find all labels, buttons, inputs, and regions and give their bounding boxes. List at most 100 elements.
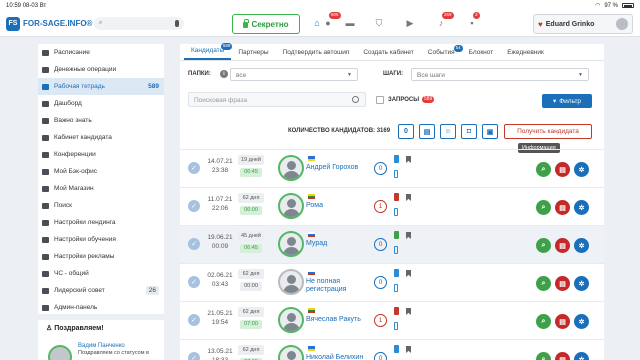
car-icon[interactable]: ▬ (344, 17, 356, 29)
settings-button[interactable]: ✲ (574, 352, 589, 360)
user-menu-button[interactable]: ♥ Eduard Grinko (533, 14, 633, 34)
candidate-row[interactable]: ✓ 11.07.21 22:06 62 дня 06:00 Рома 1 ⌕ ▤ ✲ (180, 187, 604, 225)
candidate-avatar[interactable] (278, 193, 304, 219)
document-icon[interactable]: ▤ (419, 124, 435, 139)
sidebar-item[interactable]: Расписание (38, 44, 164, 61)
row-check-icon[interactable]: ✓ (188, 352, 200, 360)
phone-icon[interactable] (394, 170, 398, 178)
sidebar-item[interactable]: Лидерский совет 26 (38, 282, 164, 299)
header-search[interactable]: ⌕ (94, 17, 184, 30)
bookmark-icon[interactable] (406, 270, 411, 277)
row-count[interactable]: 0 (374, 238, 387, 251)
candidate-name[interactable]: Рома (306, 202, 366, 210)
archive-button[interactable]: ▤ (555, 314, 570, 329)
people-icon[interactable]: ● 605 (322, 12, 341, 29)
secret-button[interactable]: Секретно (232, 14, 300, 34)
download-icon[interactable] (394, 193, 399, 201)
sidebar-item[interactable]: Админ-панель (38, 299, 164, 316)
sidebar-item[interactable]: Рабочая тетрадь 589 (38, 78, 164, 95)
row-check-icon[interactable]: ✓ (188, 238, 200, 250)
chat-icon[interactable]: ▪ 3 (466, 12, 480, 29)
filter-button[interactable]: ▾ Фильтр (542, 94, 592, 108)
download-icon[interactable] (394, 231, 399, 239)
row-check-icon[interactable]: ✓ (188, 162, 200, 174)
candidate-name[interactable]: Мурад (306, 240, 366, 248)
sidebar-item[interactable]: Настройки рекламы (38, 248, 164, 265)
row-check-icon[interactable]: ✓ (188, 276, 200, 288)
row-count[interactable]: 0 (374, 162, 387, 175)
phone-icon[interactable] (394, 322, 398, 330)
play-icon[interactable]: ▶ (404, 17, 416, 29)
bookmark-icon[interactable] (406, 346, 411, 353)
settings-button[interactable]: ✲ (574, 238, 589, 253)
sidebar-item[interactable]: Кабинет кандидата (38, 129, 164, 146)
search-candidate-button[interactable]: ⌕ (536, 314, 551, 329)
candidate-row[interactable]: ✓ 14.07.21 23:38 19 дней 06:45 Андрей Горохов… (180, 149, 604, 187)
settings-button[interactable]: ✲ (574, 314, 589, 329)
candidate-row[interactable]: ✓ 19.06.21 00:09 45 дней 06:45 Мурад 0 ⌕ ▤ ✲ (180, 225, 604, 263)
smile-icon[interactable]: ☺ (440, 124, 456, 139)
sidebar-item[interactable]: Мой Магазин (38, 180, 164, 197)
search-candidate-button[interactable]: ⌕ (536, 276, 551, 291)
settings-button[interactable]: ✲ (574, 276, 589, 291)
download-icon[interactable] (394, 345, 399, 353)
candidate-name[interactable]: Андрей Горохов (306, 164, 366, 172)
bookmark-icon[interactable] (406, 156, 411, 163)
mic-icon[interactable] (175, 20, 179, 27)
row-check-icon[interactable]: ✓ (188, 314, 200, 326)
congrats-name[interactable]: Вадим Панченко (78, 342, 138, 350)
candidate-avatar[interactable] (278, 231, 304, 257)
tab[interactable]: Блокнот (462, 49, 501, 60)
sidebar-item[interactable]: Настройки обучения (38, 231, 164, 248)
tab[interactable]: Подтвердить автошип (276, 49, 357, 60)
candidate-row[interactable]: ✓13.05.2118:3362 дня07:15Николай Белихин… (180, 339, 604, 360)
candidate-row[interactable]: ✓ 21.05.21 19:54 62 дня 07:00 Вячеслав Ракуть… (180, 301, 604, 339)
bookmark-icon[interactable] (406, 232, 411, 239)
search-candidate-button[interactable]: ⌕ (536, 352, 551, 360)
zero-count-button[interactable]: 0 (398, 124, 414, 139)
tab[interactable]: События 54 (421, 45, 463, 60)
sidebar-item[interactable]: Настройки лендинга (38, 214, 164, 231)
site-logo[interactable]: FS FOR-SAGE.INFO® (6, 16, 92, 31)
phone-icon[interactable] (394, 208, 398, 216)
tab[interactable]: Ежедневник (500, 49, 551, 60)
archive-button[interactable]: ▤ (555, 352, 570, 360)
download-icon[interactable] (394, 307, 399, 315)
chat-bubbles-icon[interactable]: ◘ (461, 124, 477, 139)
steps-select[interactable]: Все шаги ▼ (411, 68, 589, 81)
sidebar-item[interactable]: Дашборд (38, 95, 164, 112)
sidebar-item[interactable]: Мой Бэк-офис (38, 163, 164, 180)
archive-button[interactable]: ▤ (555, 238, 570, 253)
search-candidate-button[interactable]: ⌕ (536, 162, 551, 177)
user-card-icon[interactable]: ▣ (482, 124, 498, 139)
tab[interactable]: Создать кабинет (356, 49, 420, 60)
row-check-icon[interactable]: ✓ (188, 200, 200, 212)
tab[interactable]: Партнеры (231, 49, 275, 60)
row-count[interactable]: 1 (374, 200, 387, 213)
tab[interactable]: Кандидаты 589 (184, 43, 233, 60)
search-input[interactable] (105, 20, 176, 27)
candidate-row[interactable]: ✓ 02.06.21 03:43 62 дня 00:00 Не полная регис… (180, 263, 604, 301)
requests-checkbox[interactable] (376, 96, 384, 104)
row-count[interactable]: 1 (374, 314, 387, 327)
candidate-avatar[interactable] (278, 155, 304, 181)
candidate-avatar[interactable] (278, 307, 304, 333)
download-icon[interactable] (394, 155, 399, 163)
candidate-name[interactable]: Николай Белихин (306, 354, 366, 360)
phone-icon[interactable] (394, 284, 398, 292)
sidebar-item[interactable]: Важно знать (38, 112, 164, 129)
sidebar-item[interactable]: Поиск (38, 197, 164, 214)
candidate-name[interactable]: Вячеслав Ракуть (306, 316, 366, 324)
sidebar-item[interactable]: ЧС - общий (38, 265, 164, 282)
bookmark-icon[interactable] (406, 194, 411, 201)
search-candidate-button[interactable]: ⌕ (536, 238, 551, 253)
archive-button[interactable]: ▤ (555, 162, 570, 177)
settings-button[interactable]: ✲ (574, 162, 589, 177)
archive-button[interactable]: ▤ (555, 276, 570, 291)
download-icon[interactable] (394, 269, 399, 277)
bell-icon[interactable]: ♪ 269 (435, 12, 454, 29)
candidate-avatar[interactable] (278, 269, 304, 295)
row-count[interactable]: 0 (374, 276, 387, 289)
sidebar-item[interactable]: Конференции (38, 146, 164, 163)
search-icon[interactable] (352, 96, 359, 103)
